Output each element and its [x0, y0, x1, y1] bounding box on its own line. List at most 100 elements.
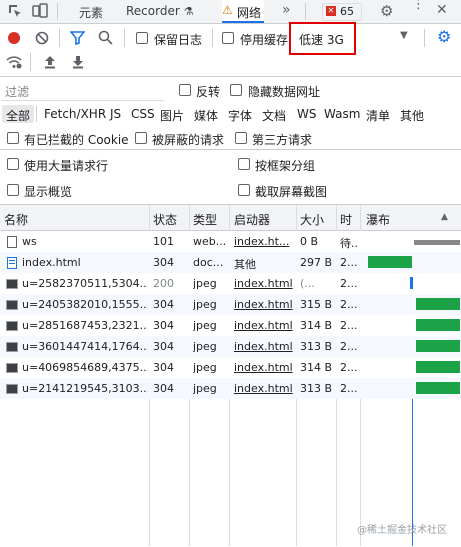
request-time: 2...	[340, 361, 358, 374]
close-icon[interactable]: ✕	[436, 2, 448, 18]
group-by-frame-checkbox[interactable]	[238, 158, 250, 170]
filter-icon[interactable]	[69, 31, 86, 46]
table-header	[0, 205, 461, 231]
disable-cache-label: 停用缓存	[240, 33, 289, 47]
image-icon	[6, 279, 18, 289]
chevron-down-icon[interactable]: ▼	[400, 30, 408, 41]
import-har-icon[interactable]	[44, 55, 56, 69]
request-name: u=2582370511,5304...	[22, 277, 148, 290]
request-size: 313 B	[300, 382, 333, 395]
type-filter-ws[interactable]: WS	[297, 107, 316, 121]
request-time: 2...	[340, 256, 358, 269]
watermark: @稀土掘金技术社区	[357, 525, 447, 536]
type-filter-js[interactable]: JS	[110, 107, 121, 121]
request-size: 315 B	[300, 298, 333, 311]
request-status: 304	[153, 319, 174, 332]
error-count: 65	[340, 5, 354, 18]
capture-screenshots-checkbox[interactable]	[238, 184, 250, 196]
type-filter-img[interactable]: 图片	[160, 107, 184, 124]
col-header-type[interactable]: 类型	[193, 211, 217, 228]
more-options-icon[interactable]: ⋮	[412, 0, 425, 11]
request-initiator[interactable]: index.ht...	[234, 235, 294, 248]
third-party-checkbox[interactable]	[235, 132, 247, 144]
request-initiator[interactable]: index.html	[234, 382, 294, 395]
websocket-icon	[7, 236, 17, 248]
waterfall-bar	[416, 382, 460, 394]
filter-placeholder: 过滤	[5, 85, 30, 99]
image-icon	[6, 300, 18, 310]
inspect-element-icon[interactable]	[8, 4, 22, 18]
blocked-requests-checkbox[interactable]	[135, 132, 147, 144]
col-header-size[interactable]: 大小	[300, 211, 324, 228]
request-name: u=2141219545,3103...	[22, 382, 148, 395]
clear-icon[interactable]	[35, 31, 49, 45]
col-header-status[interactable]: 状态	[153, 211, 177, 228]
request-name: ws	[22, 235, 37, 248]
filter-input[interactable]: 过滤	[2, 80, 164, 101]
tab-recorder[interactable]: Recorder ⚗	[126, 4, 193, 18]
request-time: 2...	[340, 319, 358, 332]
request-name: u=3601447414,1764...	[22, 340, 148, 353]
type-filter-doc[interactable]: 文档	[262, 107, 286, 124]
network-settings-icon[interactable]: ⚙	[437, 27, 451, 46]
request-time: 2...	[340, 277, 358, 290]
type-filter-css[interactable]: CSS	[131, 107, 155, 121]
request-status: 304	[153, 361, 174, 374]
request-time: 待...	[340, 237, 358, 250]
waterfall-bar	[416, 298, 460, 310]
type-filter-manifest[interactable]: 清单	[366, 107, 390, 124]
waterfall-bar	[416, 319, 460, 331]
col-header-initiator[interactable]: 启动器	[234, 211, 270, 228]
request-initiator[interactable]: index.html	[234, 298, 294, 311]
request-name: u=2405382010,1555...	[22, 298, 148, 311]
blocked-cookies-checkbox[interactable]	[7, 132, 19, 144]
waterfall-bar	[410, 277, 413, 289]
request-name: u=2851687453,2321...	[22, 319, 148, 332]
capture-screenshots-label: 截取屏幕截图	[255, 185, 328, 199]
export-har-icon[interactable]	[72, 55, 84, 69]
record-button[interactable]	[8, 32, 20, 44]
show-overview-checkbox[interactable]	[7, 184, 19, 196]
type-filter-wasm[interactable]: Wasm	[324, 107, 360, 121]
waterfall-bar	[368, 256, 412, 268]
disable-cache-checkbox[interactable]	[222, 32, 234, 44]
request-time: 2...	[340, 382, 358, 395]
preserve-log-label: 保留日志	[154, 33, 203, 47]
type-filter-fetch-xhr[interactable]: Fetch/XHR	[44, 107, 106, 121]
request-initiator[interactable]: index.html	[234, 277, 294, 290]
col-header-time[interactable]: 时	[340, 211, 352, 228]
request-initiator[interactable]: index.html	[234, 361, 294, 374]
more-tabs-button[interactable]: »	[282, 2, 291, 18]
request-type: web...	[193, 235, 227, 248]
type-filter-all-label: 全部	[6, 109, 31, 123]
network-conditions-icon[interactable]	[6, 55, 22, 69]
request-initiator[interactable]: index.html	[234, 340, 294, 353]
preserve-log-checkbox[interactable]	[136, 32, 148, 44]
request-name: index.html	[22, 256, 81, 269]
request-size: 313 B	[300, 340, 333, 353]
flask-icon: ⚗	[183, 5, 194, 18]
invert-checkbox[interactable]	[179, 84, 191, 96]
col-header-name[interactable]: 名称	[4, 211, 28, 228]
large-rows-checkbox[interactable]	[7, 158, 19, 170]
large-rows-label: 使用大量请求行	[24, 159, 109, 173]
tab-elements[interactable]: 元素	[79, 4, 103, 21]
type-filter-font[interactable]: 字体	[228, 107, 252, 124]
col-header-waterfall[interactable]: 瀑布	[366, 211, 390, 228]
request-status: 304	[153, 298, 174, 311]
tab-network[interactable]: ⚠ 网络	[222, 0, 264, 23]
request-initiator[interactable]: index.html	[234, 319, 294, 332]
throttling-select[interactable]: 低速 3G	[299, 31, 344, 48]
request-type: jpeg	[193, 361, 217, 374]
device-toolbar-icon[interactable]	[32, 3, 48, 19]
search-icon[interactable]	[98, 30, 113, 45]
document-icon	[7, 257, 17, 269]
type-filter-other[interactable]: 其他	[400, 107, 424, 124]
hide-data-urls-checkbox[interactable]	[230, 84, 242, 96]
settings-gear-icon[interactable]: ⚙	[380, 2, 393, 20]
error-counter[interactable]: ✕ 65	[322, 3, 362, 21]
type-filter-media[interactable]: 媒体	[194, 107, 218, 124]
request-size: 314 B	[300, 319, 333, 332]
error-icon: ✕	[326, 6, 336, 16]
sort-ascending-icon[interactable]: ▲	[441, 212, 448, 222]
